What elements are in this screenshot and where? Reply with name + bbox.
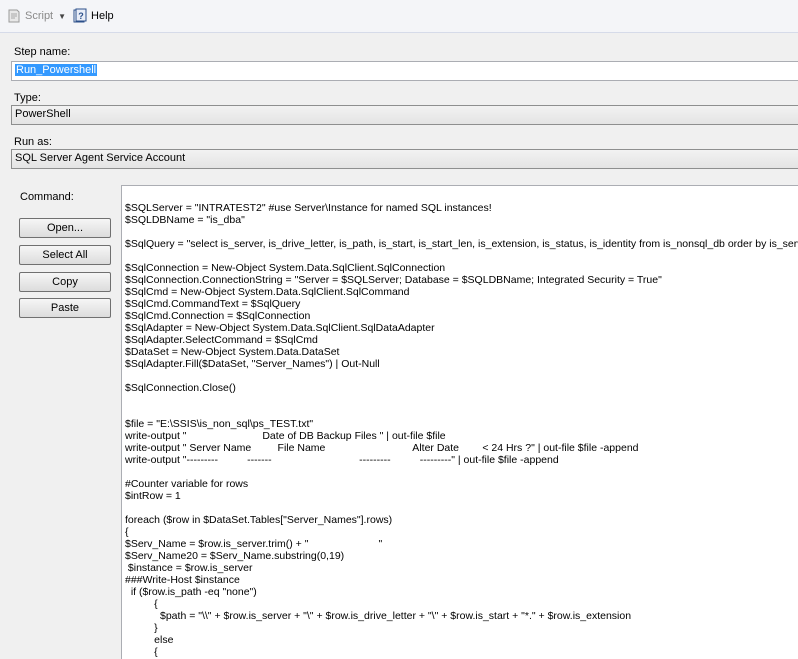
code-line: ###Write-Host $instance [125,574,240,586]
code-line: $SqlCmd.Connection = $SqlConnection [125,310,311,322]
code-line: $instance = $row.is_server [125,562,253,574]
code-line: else [125,634,174,646]
code-line: $SqlCmd.CommandText = $SqlQuery [125,298,301,310]
open-button[interactable]: Open... [19,218,111,238]
code-line: } [125,622,158,634]
step-name-label: Step name: [14,46,71,58]
code-line: { [125,526,129,538]
code-line: { [125,646,158,658]
code-line: { [125,598,158,610]
select-all-button[interactable]: Select All [19,245,111,265]
code-line: $SqlAdapter.Fill($DataSet, "Server_Names… [125,358,380,370]
step-name-value: Run_Powershell [15,64,98,76]
type-value: PowerShell [15,108,71,120]
toolbar: Script ▼ ? Help [0,0,798,33]
command-label: Command: [20,191,74,203]
code-line: $DataSet = New-Object System.Data.DataSe… [125,346,340,358]
paste-button[interactable]: Paste [19,298,111,318]
script-dropdown-icon[interactable]: ▼ [58,12,66,21]
code-line: $SqlConnection = New-Object System.Data.… [125,262,446,274]
code-line: $SqlAdapter = New-Object System.Data.Sql… [125,322,435,334]
type-select[interactable]: PowerShell [11,105,798,125]
svg-text:?: ? [78,11,84,21]
code-line: write-output " Date of DB Backup Files "… [125,430,446,442]
code-line: $SqlConnection.Close() [125,382,236,394]
help-label: Help [91,10,114,22]
step-name-input[interactable]: Run_Powershell [11,61,798,81]
code-line: $path = "\\" + $row.is_server + "\" + $r… [125,610,632,622]
code-line: $Serv_Name = $row.is_server.trim() + " " [125,538,383,550]
run-as-value: SQL Server Agent Service Account [15,152,186,164]
copy-button[interactable]: Copy [19,272,111,292]
command-editor[interactable]: $SQLServer = "INTRATEST2" #use Server\In… [121,185,798,659]
help-icon: ? [72,8,88,24]
code-line: #Counter variable for rows [125,478,249,490]
code-line: $SQLServer = "INTRATEST2" #use Server\In… [125,202,492,214]
code-line: $file = "E:\SSIS\is_non_sql\ps_TEST.txt" [125,418,314,430]
script-label: Script [25,10,54,22]
code-line: $Serv_Name20 = $Serv_Name.substring(0,19… [125,550,345,562]
code-line: $intRow = 1 [125,490,181,502]
script-button[interactable]: Script [6,6,53,26]
code-line: $SqlCmd = New-Object System.Data.SqlClie… [125,286,410,298]
script-icon [6,8,22,24]
code-line: $SqlAdapter.SelectCommand = $SqlCmd [125,334,318,346]
code-line: $SqlQuery = "select is_server, is_drive_… [125,238,798,250]
command-code: $SQLServer = "INTRATEST2" #use Server\In… [125,202,798,658]
code-line: foreach ($row in $DataSet.Tables["Server… [125,514,393,526]
code-line: if ($row.is_path -eq "none") [125,586,257,598]
run-as-label: Run as: [14,136,52,148]
code-line: write-output " Server Name File Name Alt… [125,442,639,454]
code-line: $SqlConnection.ConnectionString = "Serve… [125,274,662,286]
code-line: $SQLDBName = "is_dba" [125,214,245,226]
type-label: Type: [14,92,41,104]
run-as-select[interactable]: SQL Server Agent Service Account [11,149,798,169]
help-button[interactable]: ? Help [72,6,114,26]
code-line: write-output "--------- ------- --------… [125,454,559,466]
